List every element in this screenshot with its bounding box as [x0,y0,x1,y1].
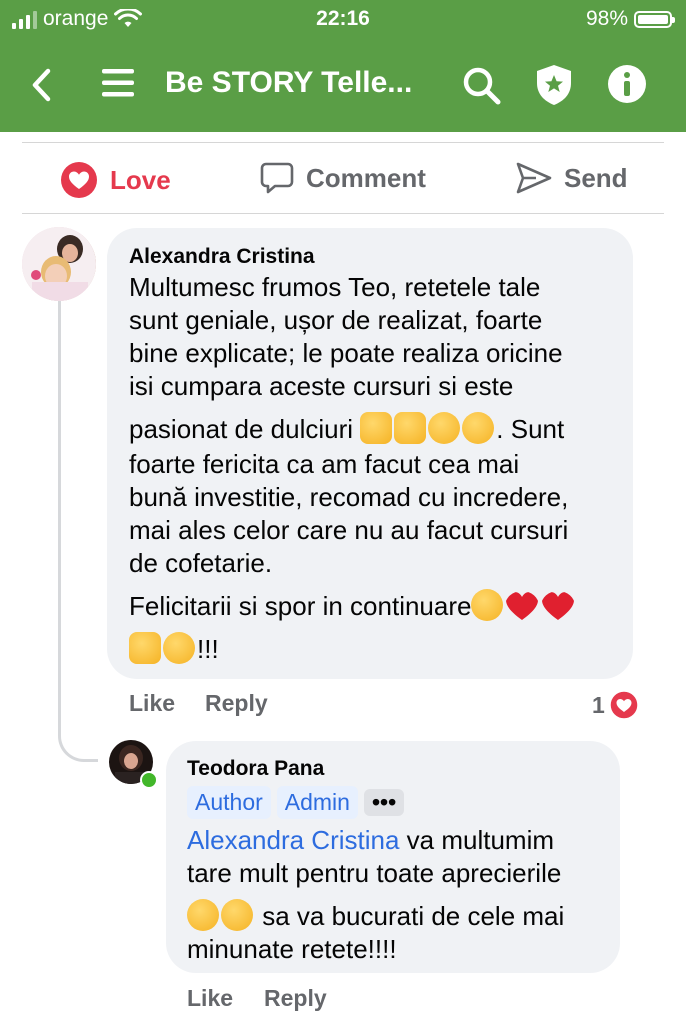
comment-text: Multumesc frumos Teo, retetele tale sunt… [129,271,619,666]
battery-icon [634,10,675,28]
love-reaction-icon [61,162,97,198]
comment-line: Felicitarii si spor in continuare [129,591,472,621]
comment-line: isi cumpara aceste cursuri si este [129,371,514,401]
comment-line: foarte fericita ca am facut cea mai [129,449,520,479]
reply-line: tare mult pentru toate aprecierile [187,858,562,888]
comment-icon [260,162,294,194]
love-label: Love [110,164,171,195]
reaction-count: 1 [592,691,605,718]
comment-label: Comment [306,162,426,193]
hugging-face-emoji-icon [428,412,461,444]
more-options-button[interactable]: ••• [363,789,405,816]
comment-bubble: Alexandra Cristina Multumesc frumos Teo,… [107,228,633,679]
red-heart-emoji-icon [506,592,539,620]
comment-line: sunt geniale, ușor de realizat, foarte [129,305,543,335]
comment-line: pasionat de dulciuri [129,414,354,444]
reaction-summary[interactable]: 1 [592,690,639,720]
reply-link[interactable]: Reply [264,985,327,1012]
reply-line: sa va bucurati de cele mai [255,901,565,931]
red-heart-emoji-icon [542,592,575,620]
comment-line: !!! [197,634,219,664]
app-header: orange 22:16 98% Be STORY Telle... [0,0,686,132]
send-label: Send [564,162,628,193]
nav-bar: Be STORY Telle... [0,50,686,120]
search-icon[interactable] [462,66,502,106]
info-icon[interactable] [607,64,647,104]
hugging-face-emoji-icon [462,412,495,444]
clock: 22:16 [316,7,370,30]
thumbs-up-emoji-icon [129,632,161,664]
comment-line: . Sunt [496,414,565,444]
post-actions-bar: Love Comment Send [22,142,664,214]
status-bar: orange 22:16 98% [0,0,686,40]
reply-link[interactable]: Reply [205,690,268,717]
back-arrow-icon[interactable] [30,68,54,102]
comment-line: bine explicate; le poate realiza oricine [129,338,563,368]
admin-badge: Admin [276,786,358,819]
reply-thread-line [58,300,98,762]
profile-photo [22,227,96,301]
comment-line: mai ales celor care nu au facut cursuri [129,515,569,545]
thumbs-up-emoji-icon [394,412,427,444]
author-badge: Author [187,786,271,819]
kissing-face-emoji-icon [471,589,504,621]
reply-author[interactable]: Teodora Pana [187,757,607,781]
menu-icon[interactable] [102,68,134,98]
online-status-indicator [140,771,158,789]
like-link[interactable]: Like [129,690,175,717]
thumbs-up-emoji-icon [360,412,393,444]
shield-icon[interactable] [534,63,574,107]
mention-link[interactable]: Alexandra Cristina [187,825,399,855]
battery-percent: 98% [585,7,628,30]
love-reaction-icon [609,690,639,720]
comment-line: bună investitie, recomad cu incredere, [129,482,569,512]
reply-text: Alexandra Cristina va multumim tare mult… [187,824,607,966]
reply-line: minunate retete!!!! [187,934,397,964]
comment-line: de cofetarie. [129,548,273,578]
love-button[interactable]: Love [60,161,171,199]
comment-button[interactable]: Comment [260,161,426,195]
hugging-face-emoji-icon [221,899,253,931]
reply-bubble: Teodora Pana Author Admin ••• Alexandra Cr… [166,741,620,973]
send-button[interactable]: Send [516,161,628,195]
reply-line: va multumim [399,825,555,855]
like-link[interactable]: Like [187,985,233,1012]
comment-line: Multumesc frumos Teo, retetele tale [129,272,541,302]
hugging-face-emoji-icon [163,632,195,664]
hugging-face-emoji-icon [187,899,219,931]
page-title: Be STORY Telle... [165,66,413,99]
comment-author[interactable]: Alexandra Cristina [129,245,619,269]
avatar[interactable] [22,227,96,301]
send-icon [516,162,552,194]
